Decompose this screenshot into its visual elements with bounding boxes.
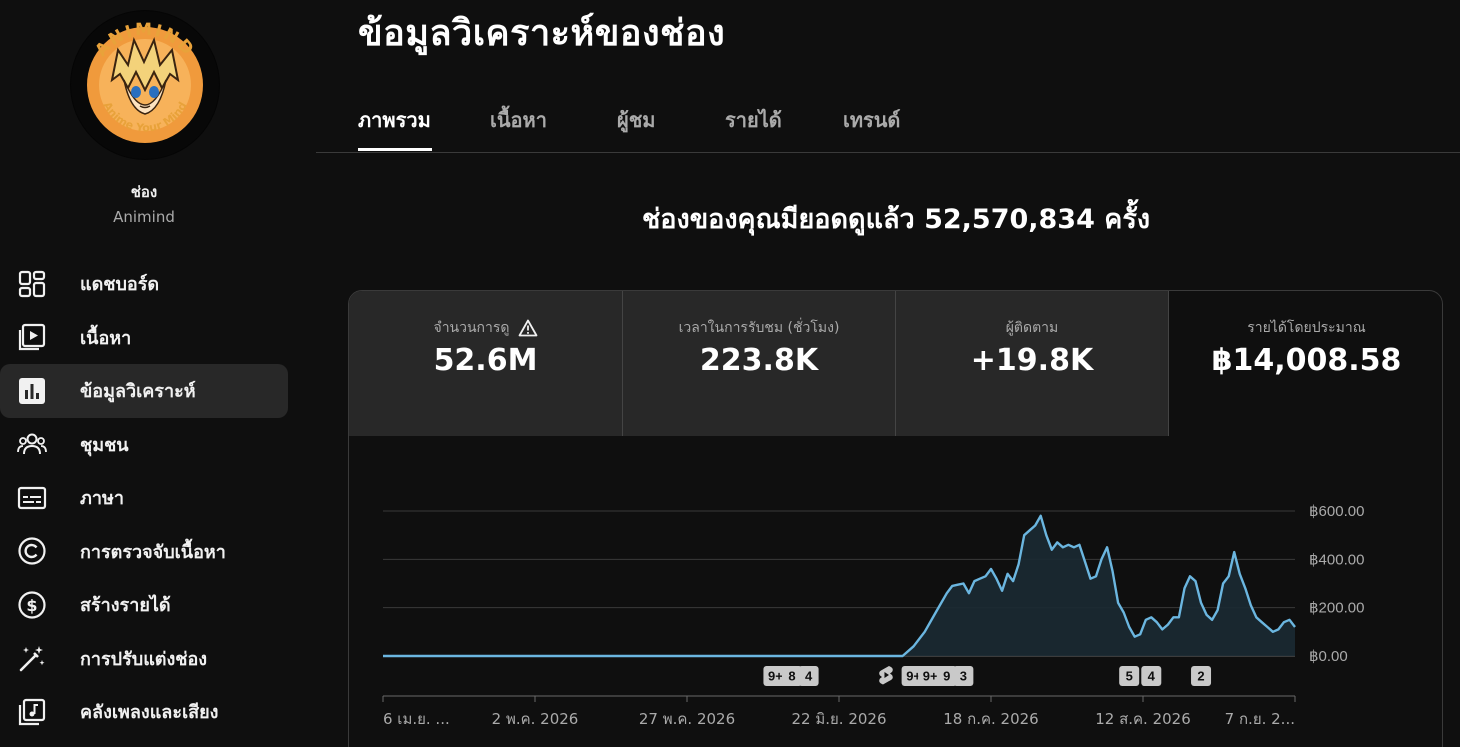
subtitles-icon	[17, 486, 47, 509]
revenue-chart-svg: ฿600.00 ฿400.00 ฿200.00 ฿0.00 6 เม.ย. ... 2 พ…	[382, 503, 1364, 728]
overview-card: จำนวนการดู 52.6M เวลาในการรับชม (ชั่วโมง…	[348, 290, 1443, 747]
content-marker-label: 4	[1148, 669, 1156, 684]
channel-name[interactable]: Animind	[0, 208, 288, 226]
sidebar-item-customization[interactable]: การปรับแต่งช่อง	[0, 632, 288, 686]
sidebar-item-label: ข้อมูลวิเคราะห์	[80, 381, 196, 403]
tab-trends[interactable]: เทรนด์	[843, 104, 900, 136]
metric-views[interactable]: จำนวนการดู 52.6M	[349, 291, 622, 436]
channel-logo: ANIMIND Anime Your Mind	[71, 11, 219, 159]
sidebar-item-label: การตรวจจับเนื้อหา	[80, 541, 226, 563]
audio-library-icon	[18, 698, 46, 725]
active-tab-indicator	[358, 148, 432, 151]
channel-caption: ช่อง	[130, 183, 158, 201]
sidebar-item-label: เนื้อหา	[80, 327, 132, 349]
sidebar-item-monetization[interactable]: $ สร้างรายได้	[0, 578, 288, 632]
content-icon	[18, 324, 46, 351]
sidebar-item-label: แดชบอร์ด	[80, 274, 160, 296]
x-tick-label: 7 ก.ย. 2...	[1225, 710, 1295, 728]
x-tick-label: 18 ก.ค. 2026	[943, 710, 1038, 728]
metric-label-row: จำนวนการดู	[349, 317, 622, 339]
tab-content[interactable]: เนื้อหา	[490, 104, 547, 136]
y-tick-label: ฿200.00	[1309, 600, 1364, 617]
x-tick-label: 12 ส.ค. 2026	[1095, 710, 1191, 728]
sidebar-item-audio-library[interactable]: คลังเพลงและเสียง	[0, 685, 288, 739]
metric-label-row: เวลาในการรับชม (ชั่วโมง)	[623, 317, 895, 339]
tab-audience[interactable]: ผู้ชม	[617, 104, 655, 136]
metric-subscribers[interactable]: ผู้ติดตาม +19.8K	[896, 291, 1168, 436]
metric-label: เวลาในการรับชม (ชั่วโมง)	[678, 320, 840, 336]
page-title: ข้อมูลวิเคราะห์ของช่อง	[358, 13, 726, 54]
sidebar-item-content[interactable]: เนื้อหา	[0, 311, 288, 365]
studio-analytics-app: ANIMIND Anime Your Mind ช่อง Animind แดช…	[0, 0, 1460, 747]
metric-value: 52.6M	[433, 343, 538, 378]
metric-value: ฿14,008.58	[1211, 343, 1402, 378]
sidebar-item-label: ชุมชน	[80, 434, 129, 456]
content-marker-label: 8	[788, 669, 795, 684]
metric-label: ผู้ติดตาม	[1005, 320, 1059, 336]
sidebar-item-copyright[interactable]: การตรวจจับเนื้อหา	[0, 525, 288, 579]
x-tick-label: 2 พ.ค. 2026	[492, 710, 579, 728]
content-marker-label: 9+	[768, 669, 783, 684]
metric-label-row: รายได้โดยประมาณ	[1169, 317, 1442, 339]
sidebar-item-dashboard[interactable]: แดชบอร์ด	[0, 257, 288, 311]
copyright-icon	[18, 537, 46, 565]
sidebar-item-analytics[interactable]: ข้อมูลวิเคราะห์	[0, 364, 288, 418]
channel-avatar[interactable]: ANIMIND Anime Your Mind	[70, 10, 220, 160]
monetization-icon: $	[18, 591, 46, 619]
analytics-icon	[19, 377, 45, 404]
metric-value: +19.8K	[970, 343, 1094, 378]
y-tick-label: ฿400.00	[1309, 551, 1364, 568]
y-tick-label: ฿0.00	[1309, 648, 1348, 665]
views-headline: ช่องของคุณมียอดดูแล้ว 52,570,834 ครั้ง	[641, 204, 1151, 235]
metric-value: 223.8K	[699, 343, 819, 378]
x-tick-label: 6 เม.ย. ...	[383, 710, 450, 728]
tab-revenue[interactable]: รายได้	[725, 104, 782, 136]
customization-icon	[19, 646, 45, 672]
metric-watch-time[interactable]: เวลาในการรับชม (ชั่วโมง) 223.8K	[623, 291, 895, 436]
content-marker-label: 5	[1126, 669, 1133, 684]
revenue-chart[interactable]: ฿600.00 ฿400.00 ฿200.00 ฿0.00 6 เม.ย. ... 2 พ…	[349, 436, 1442, 747]
metric-label: รายได้โดยประมาณ	[1247, 320, 1366, 336]
sidebar-nav: แดชบอร์ด เนื้อหา ข้อมูลวิเคราะห์ ชุมชน ภ…	[0, 257, 288, 739]
tab-overview[interactable]: ภาพรวม	[358, 104, 431, 136]
y-tick-label: ฿600.00	[1309, 503, 1364, 520]
sidebar-item-label: สร้างรายได้	[80, 595, 171, 617]
dashboard-icon	[18, 270, 46, 297]
sidebar-item-label: การปรับแต่งช่อง	[80, 648, 208, 670]
sidebar-item-subtitles[interactable]: ภาษา	[0, 471, 288, 525]
content-marker-label: 3	[960, 669, 967, 684]
revenue-area	[383, 515, 1295, 656]
community-icon	[17, 433, 47, 455]
sidebar: ANIMIND Anime Your Mind ช่อง Animind แดช…	[0, 0, 300, 747]
x-tick-label: 27 พ.ค. 2026	[639, 710, 735, 728]
tabs-divider	[316, 152, 1460, 153]
warning-icon[interactable]	[518, 319, 538, 337]
content-marker-label: 9+	[923, 669, 938, 684]
metric-label-row: ผู้ติดตาม	[896, 317, 1168, 339]
shorts-icon[interactable]	[879, 666, 893, 685]
sidebar-item-community[interactable]: ชุมชน	[0, 418, 288, 472]
sidebar-item-label: คลังเพลงและเสียง	[80, 702, 219, 724]
content-marker-label: 9	[943, 669, 950, 684]
svg-text:$: $	[26, 596, 37, 615]
metric-revenue[interactable]: รายได้โดยประมาณ ฿14,008.58	[1169, 291, 1442, 436]
content-marker-label: 2	[1197, 669, 1204, 684]
x-tick-label: 22 มิ.ย. 2026	[791, 710, 886, 728]
metric-label: จำนวนการดู	[433, 320, 510, 336]
content-marker-label: 4	[805, 669, 813, 684]
sidebar-item-label: ภาษา	[80, 488, 124, 510]
